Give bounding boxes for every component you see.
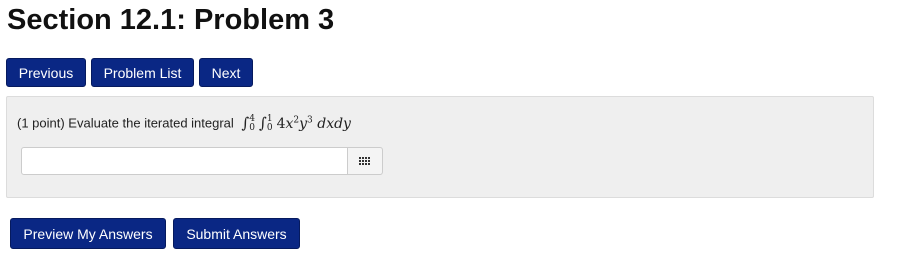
- integrand-differentials: dxdy: [317, 115, 351, 132]
- submit-answers-button[interactable]: Submit Answers: [173, 218, 300, 249]
- answer-input[interactable]: [21, 147, 348, 175]
- integrand-y-exponent: 3: [307, 115, 313, 125]
- previous-button[interactable]: Previous: [6, 58, 86, 87]
- outer-integral-sign: ∫: [241, 113, 250, 132]
- problem-statement: (1 point) Evaluate the iterated integral…: [17, 109, 351, 135]
- next-button[interactable]: Next: [199, 58, 253, 87]
- problem-list-button[interactable]: Problem List: [91, 58, 194, 87]
- preview-answers-button[interactable]: Preview My Answers: [10, 218, 166, 249]
- grid-icon: [359, 156, 370, 165]
- equation-editor-button[interactable]: [347, 147, 383, 175]
- inner-lower-limit: 0: [266, 122, 273, 133]
- integral-expression: ∫ 4 0 ∫ 1 0 4x2y3 dxdy: [241, 113, 351, 133]
- page-title: Section 12.1: Problem 3: [7, 4, 335, 36]
- outer-integral-limits: 40: [249, 114, 255, 133]
- problem-prefix: (1 point) Evaluate the iterated integral: [17, 115, 234, 131]
- problem-panel: (1 point) Evaluate the iterated integral…: [6, 96, 874, 198]
- inner-integral-limits: 10: [266, 114, 273, 133]
- outer-lower-limit: 0: [249, 122, 255, 133]
- inner-integral-sign: ∫: [259, 113, 267, 132]
- integrand-y: y: [299, 115, 308, 132]
